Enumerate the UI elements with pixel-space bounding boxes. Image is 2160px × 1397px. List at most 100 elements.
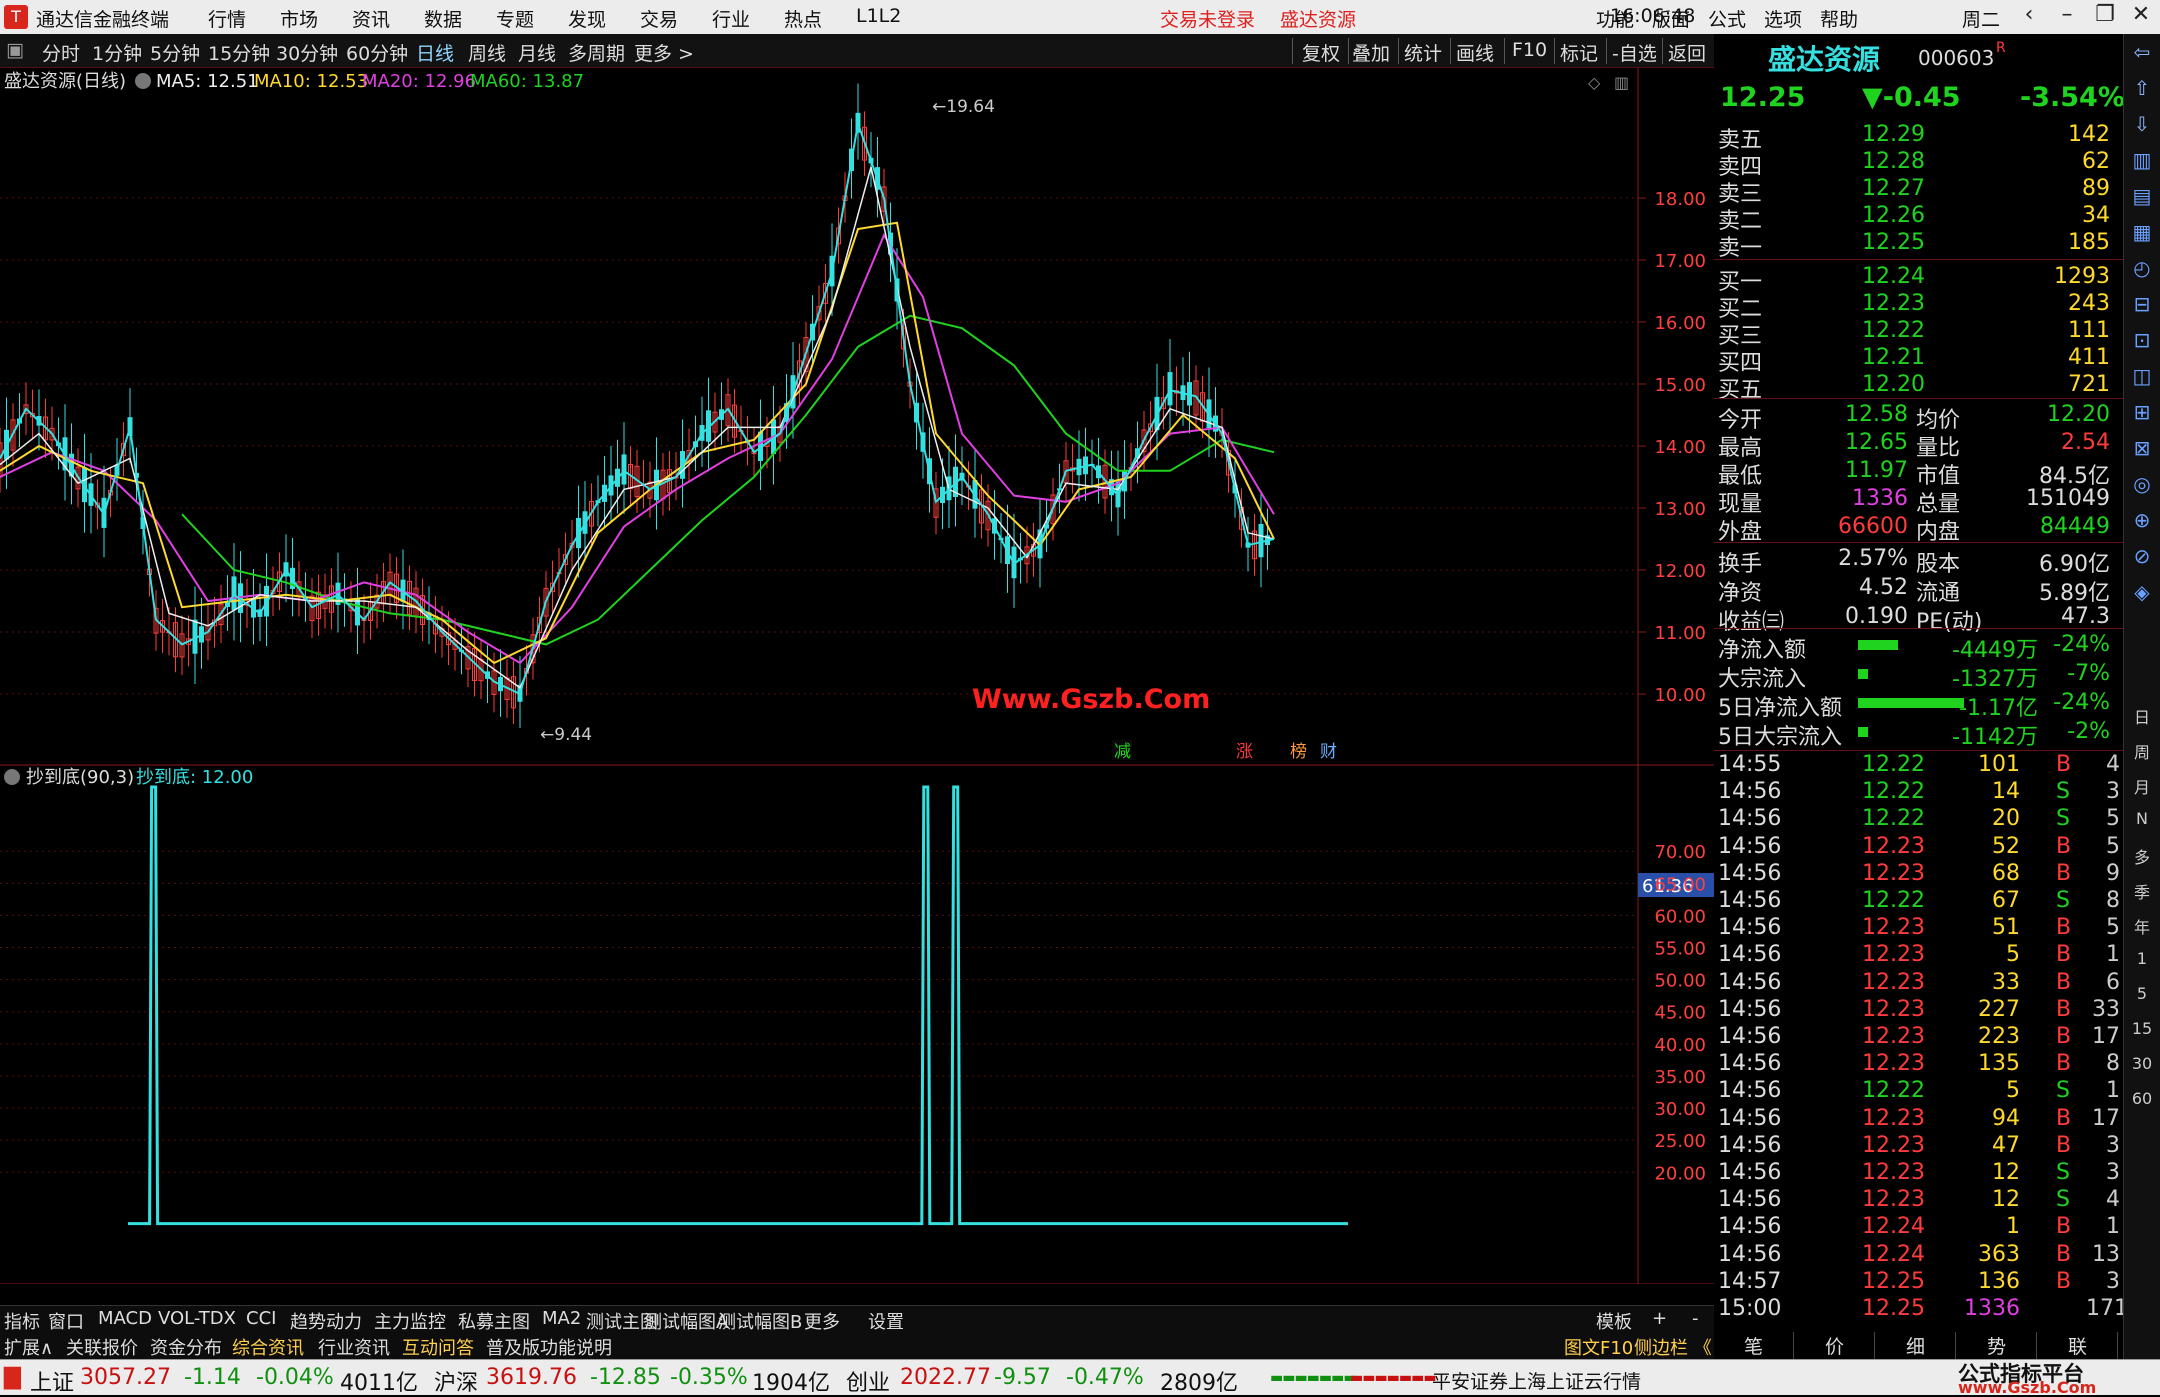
tab-16[interactable]: - [1692,1308,1699,1329]
sidebar-tool-icon[interactable]: ⊡ [2126,328,2158,352]
sidebar-tool-icon[interactable]: ◎ [2126,472,2158,496]
period-shortcut-9[interactable]: 15 [2126,1019,2158,1038]
menu-shuju[interactable]: 数据 [424,5,462,32]
menu-zixun[interactable]: 资讯 [352,5,390,32]
menu-gongshi[interactable]: 公式 [1708,5,1746,32]
period-monthly[interactable]: 月线 [518,39,556,66]
stock-tab[interactable]: 盛达资源 [1280,5,1356,32]
tool-f10[interactable]: F10 [1512,39,1547,61]
ext-tab-2[interactable]: 资金分布 [150,1334,222,1360]
menu-bangzhu[interactable]: 帮助 [1820,5,1858,32]
tool-diejia[interactable]: 叠加 [1352,39,1390,66]
tool-zixuan[interactable]: -自选 [1612,39,1657,66]
indicator-toggle-icon[interactable] [4,769,20,785]
period-shortcut-1[interactable]: 周 [2126,739,2158,763]
chart-svg[interactable]: 盛达资源(日线) MA5: 12.51 MA10: 12.53 MA20: 12… [0,68,1714,1309]
sidebar-tool-icon[interactable]: ⊟ [2126,292,2158,316]
close-icon[interactable]: ✕ [2122,2,2160,32]
period-shortcut-10[interactable]: 30 [2126,1054,2158,1073]
period-60min[interactable]: 60分钟 [346,39,408,66]
menu-redian[interactable]: 热点 [784,5,822,32]
kline-chart-area[interactable]: 盛达资源(日线) MA5: 12.51 MA10: 12.53 MA20: 12… [0,68,1714,1309]
menu-l1l2[interactable]: L1L2 [856,5,901,27]
menu-faxian[interactable]: 发现 [568,5,606,32]
ext-tab-0[interactable]: 扩展∧ [4,1334,53,1360]
menu-hangye[interactable]: 行业 [712,5,750,32]
tab-6[interactable]: 主力监控 [374,1308,446,1334]
tab-12[interactable]: 更多 [804,1308,840,1334]
ext-tab-4[interactable]: 行业资讯 [318,1334,390,1360]
panel-toggle-icon[interactable]: ▣ [6,39,24,61]
side-tab-4[interactable]: 联 [2038,1332,2118,1359]
period-shortcut-6[interactable]: 年 [2126,914,2158,938]
tab-8[interactable]: MA2 [542,1308,581,1329]
broker-label[interactable]: 平安证券上海上证云行情 [1432,1367,1641,1394]
tab-5[interactable]: 趋势动力 [290,1308,362,1334]
side-tab-3[interactable]: 势 [1957,1332,2037,1359]
sidebar-tool-icon[interactable]: ⇩ [2126,112,2158,136]
period-daily[interactable]: 日线 [416,39,454,66]
ext-tab-6[interactable]: 普及版功能说明 [486,1334,612,1360]
period-30min[interactable]: 30分钟 [276,39,338,66]
sidebar-tool-icon[interactable]: ◫ [2126,364,2158,388]
period-weekly[interactable]: 周线 [468,39,506,66]
login-status[interactable]: 交易未登录 [1160,5,1255,32]
period-multi[interactable]: 多周期 [568,39,625,66]
marker-bang[interactable]: 榜 [1290,742,1307,762]
legend-panel-icon[interactable]: ▥ [1614,73,1629,92]
tool-fanhui[interactable]: 返回 [1668,39,1706,66]
menu-shichang[interactable]: 市场 [280,5,318,32]
sidebar-tool-icon[interactable]: ◴ [2126,256,2158,280]
menu-xuanxiang[interactable]: 选项 [1764,5,1802,32]
sidebar-tool-icon[interactable]: ⇧ [2126,76,2158,100]
tab-15[interactable]: + [1652,1308,1667,1329]
side-tab-1[interactable]: 价 [1795,1332,1875,1359]
period-more[interactable]: 更多 > [634,39,694,66]
sidebar-tool-icon[interactable]: ⊠ [2126,436,2158,460]
period-shortcut-2[interactable]: 月 [2126,774,2158,798]
tool-biaoji[interactable]: 标记 [1560,39,1598,66]
period-15min[interactable]: 15分钟 [208,39,270,66]
period-shortcut-5[interactable]: 季 [2126,879,2158,903]
marker-jian[interactable]: 减 [1114,742,1131,762]
tab-3[interactable]: VOL-TDX [158,1308,236,1329]
tab-0[interactable]: 指标 [4,1308,40,1334]
back-icon[interactable]: ‹ [2010,2,2048,32]
marker-zhang[interactable]: 涨 [1236,742,1253,762]
sidebar-tool-icon[interactable]: ▥ [2126,148,2158,172]
period-shortcut-11[interactable]: 60 [2126,1089,2158,1108]
tab-14[interactable]: 模板 [1596,1308,1632,1334]
ext-tab-8[interactable]: 侧边栏 《 [1634,1334,1712,1360]
period-1min[interactable]: 1分钟 [92,39,142,66]
tool-fuquan[interactable]: 复权 [1302,39,1340,66]
tab-10[interactable]: 测试幅图A [644,1308,728,1334]
tab-11[interactable]: 测试幅图B [718,1308,802,1334]
legend-toggle-icon[interactable] [135,73,151,89]
tab-4[interactable]: CCI [246,1308,276,1329]
menu-zhuanti[interactable]: 专题 [496,5,534,32]
legend-diamond-icon[interactable]: ◇ [1588,73,1601,92]
menu-hangqing[interactable]: 行情 [208,5,246,32]
sidebar-tool-icon[interactable]: ▦ [2126,220,2158,244]
period-fenshi[interactable]: 分时 [42,39,80,66]
restore-icon[interactable]: ❐ [2086,2,2124,32]
marker-cai[interactable]: 财 [1320,742,1337,762]
minimize-icon[interactable]: – [2048,2,2086,32]
sidebar-tool-icon[interactable]: ◈ [2126,580,2158,604]
tab-13[interactable]: 设置 [868,1308,904,1334]
ext-tab-5[interactable]: 互动问答 [402,1334,474,1360]
period-5min[interactable]: 5分钟 [150,39,200,66]
sidebar-tool-icon[interactable]: ⊘ [2126,544,2158,568]
ext-tab-7[interactable]: 图文F10 [1564,1334,1633,1360]
period-shortcut-8[interactable]: 5 [2126,984,2158,1003]
tab-2[interactable]: MACD [98,1308,152,1329]
period-shortcut-3[interactable]: N [2126,809,2158,828]
side-tab-0[interactable]: 笔 [1714,1332,1794,1359]
side-tab-2[interactable]: 细 [1876,1332,1956,1359]
ext-tab-3[interactable]: 综合资讯 [232,1334,304,1360]
sidebar-tool-icon[interactable]: ⊞ [2126,400,2158,424]
tab-7[interactable]: 私募主图 [458,1308,530,1334]
sidebar-tool-icon[interactable]: ⊕ [2126,508,2158,532]
tool-huaxian[interactable]: 画线 [1456,39,1494,66]
period-shortcut-0[interactable]: 日 [2126,704,2158,728]
